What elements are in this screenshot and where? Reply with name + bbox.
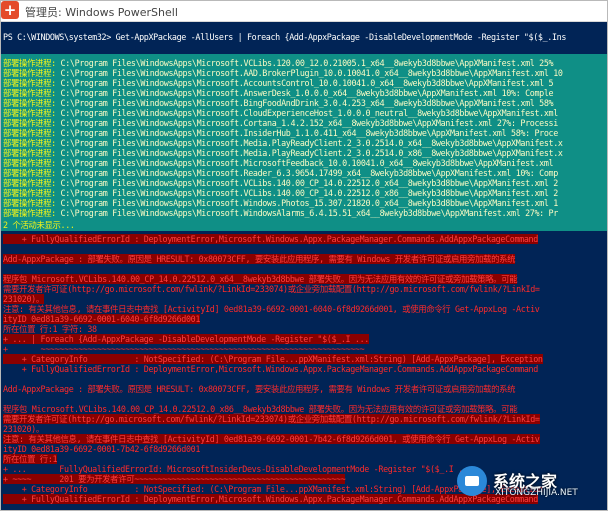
progress-label: 部署操作进程: (3, 208, 56, 218)
progress-line: 部署操作进程: C:\Program Files\WindowsApps\Mic… (3, 98, 554, 108)
progress-label: 部署操作进程: (3, 178, 56, 188)
error-line: + CategoryInfo : NotSpecified: (C:\Progr… (3, 354, 543, 364)
error-line: + ... FullyQualifiedErrorId: MicrosoftIn… (3, 464, 473, 474)
progress-line: 部署操作进程: C:\Program Files\WindowsApps\Mic… (3, 138, 563, 148)
progress-panel: 部署操作进程: C:\Program Files\WindowsApps\Mic… (1, 54, 607, 231)
progress-line: 部署操作进程: C:\Program Files\WindowsApps\Mic… (3, 118, 558, 128)
watermark-logo-icon (457, 466, 487, 496)
progress-path: C:\Program Files\WindowsApps\Microsoft.W… (60, 208, 559, 218)
progress-line: 部署操作进程: C:\Program Files\WindowsApps\Mic… (3, 78, 554, 88)
progress-label: 部署操作进程: (3, 188, 56, 198)
window-title: 管理员: Windows PowerShell (25, 6, 178, 19)
error-line: 231020)。 (3, 424, 44, 434)
progress-line: 部署操作进程: C:\Program Files\WindowsApps\Mic… (3, 108, 558, 118)
progress-label: 部署操作进程: (3, 198, 56, 208)
progress-path: C:\Program Files\WindowsApps\Microsoft.A… (60, 88, 554, 98)
progress-path: C:\Program Files\WindowsApps\Microsoft.C… (60, 108, 559, 118)
error-line: 程序包 Microsoft.VCLibs.140.00_CP_14.0.2251… (3, 274, 518, 284)
progress-line: 部署操作进程: C:\Program Files\WindowsApps\Mic… (3, 178, 558, 188)
error-line: Add-AppxPackage : 部署失败。原因是 HRESULT: 0x80… (3, 254, 516, 264)
progress-line: 部署操作进程: C:\Program Files\WindowsApps\Mic… (3, 208, 558, 218)
error-line: 需要开发者许可证(http://go.microsoft.com/fwlink/… (3, 284, 540, 294)
progress-footer: 2 个活动未显示... (3, 220, 75, 230)
progress-line: 部署操作进程: C:\Program Files\WindowsApps\Mic… (3, 198, 558, 208)
progress-label: 部署操作进程: (3, 108, 56, 118)
progress-line: 部署操作进程: C:\Program Files\WindowsApps\Mic… (3, 188, 558, 198)
error-line: ityID 0ed81a39-6692-0001-7b42-6f8d9266d0… (3, 444, 201, 454)
progress-label: 部署操作进程: (3, 68, 56, 78)
error-line: + ~~~~ 201 要为开发者许可~~~~~~~~~~~~~~~~~~~~~~… (3, 474, 346, 484)
error-line: 注意: 有关其他信息, 请在事件日志中查找 [ActivityId] 0ed81… (3, 434, 540, 444)
error-line: ityID 0ed81a39-6692-0001-6040-6f8d9266d0… (3, 314, 201, 324)
error-line: Add-AppxPackage : 部署失败。原因是 HRESULT: 0x80… (3, 384, 516, 394)
progress-path: C:\Program Files\WindowsApps\Microsoft.V… (60, 58, 554, 68)
progress-path: C:\Program Files\WindowsApps\Microsoft.W… (60, 198, 559, 208)
progress-label: 部署操作进程: (3, 168, 56, 178)
progress-label: 部署操作进程: (3, 138, 56, 148)
powershell-window: 管理员: Windows PowerShell + PS C:\WINDOWS\… (0, 0, 608, 511)
progress-path: C:\Program Files\WindowsApps\Microsoft.V… (60, 188, 559, 198)
progress-path: C:\Program Files\WindowsApps\Microsoft.A… (60, 68, 563, 78)
progress-label: 部署操作进程: (3, 158, 56, 168)
progress-line: 部署操作进程: C:\Program Files\WindowsApps\Mic… (3, 168, 558, 178)
watermark: 系统之家 XITONGZHIJIA.NET (457, 462, 599, 502)
error-line: + FullyQualifiedErrorId : DeploymentErro… (3, 364, 539, 374)
error-line: + ~~~~~~~~~~~~~~~~~~~~~~~~~~~~~~~~~~~~~~… (3, 344, 365, 354)
progress-line: 部署操作进程: C:\Program Files\WindowsApps\Mic… (3, 128, 558, 138)
error-line: 注意: 有关其他信息, 请在事件日志中查找 [ActivityId] 0ed81… (3, 304, 540, 314)
command-prompt-line: PS C:\WINDOWS\system32> Get-AppXPackage … (3, 32, 567, 42)
progress-path: C:\Program Files\WindowsApps\Microsoft.B… (60, 98, 554, 108)
progress-path: C:\Program Files\WindowsApps\Microsoft.V… (60, 178, 559, 188)
progress-path: C:\Program Files\WindowsApps\Microsoft.M… (60, 158, 554, 168)
progress-label: 部署操作进程: (3, 88, 56, 98)
progress-label: 部署操作进程: (3, 78, 56, 88)
progress-line: 部署操作进程: C:\Program Files\WindowsApps\Mic… (3, 68, 563, 78)
plus-badge-icon: + (1, 1, 19, 19)
error-line: 需要开发者许可证(http://go.microsoft.com/fwlink/… (3, 414, 540, 424)
progress-path: C:\Program Files\WindowsApps\Microsoft.M… (60, 148, 563, 158)
error-line: + FullyQualifiedErrorId : DeploymentErro… (3, 234, 538, 244)
progress-path: C:\Program Files\WindowsApps\Microsoft.R… (60, 168, 559, 178)
error-line: 程序包 Microsoft.VCLibs.140.00_CP_14.0.2251… (3, 404, 518, 414)
progress-path: C:\Program Files\WindowsApps\Microsoft.C… (60, 118, 559, 128)
progress-label: 部署操作进程: (3, 98, 56, 108)
watermark-url: XITONGZHIJIA.NET (495, 488, 578, 498)
progress-line: 部署操作进程: C:\Program Files\WindowsApps\Mic… (3, 58, 554, 68)
progress-line: 部署操作进程: C:\Program Files\WindowsApps\Mic… (3, 158, 554, 168)
progress-path: C:\Program Files\WindowsApps\Microsoft.M… (60, 138, 563, 148)
console-output[interactable]: PS C:\WINDOWS\system32> Get-AppXPackage … (1, 22, 607, 510)
progress-label: 部署操作进程: (3, 58, 56, 68)
error-line: + ... | Foreach {Add-AppxPackage -Disabl… (3, 334, 369, 344)
progress-label: 部署操作进程: (3, 148, 56, 158)
progress-line: 部署操作进程: C:\Program Files\WindowsApps\Mic… (3, 148, 563, 158)
progress-line: 部署操作进程: C:\Program Files\WindowsApps\Mic… (3, 88, 554, 98)
progress-label: 部署操作进程: (3, 128, 56, 138)
error-line: 所在位置 行:1 字符: 38 (3, 324, 97, 334)
progress-path: C:\Program Files\WindowsApps\Microsoft.I… (60, 128, 559, 138)
error-line: 231020)。 (3, 294, 44, 304)
progress-label: 部署操作进程: (3, 118, 56, 128)
title-bar[interactable]: 管理员: Windows PowerShell + (1, 1, 607, 22)
error-line: 所在位置 行:1 (3, 454, 58, 464)
progress-path: C:\Program Files\WindowsApps\Microsoft.A… (60, 78, 554, 88)
